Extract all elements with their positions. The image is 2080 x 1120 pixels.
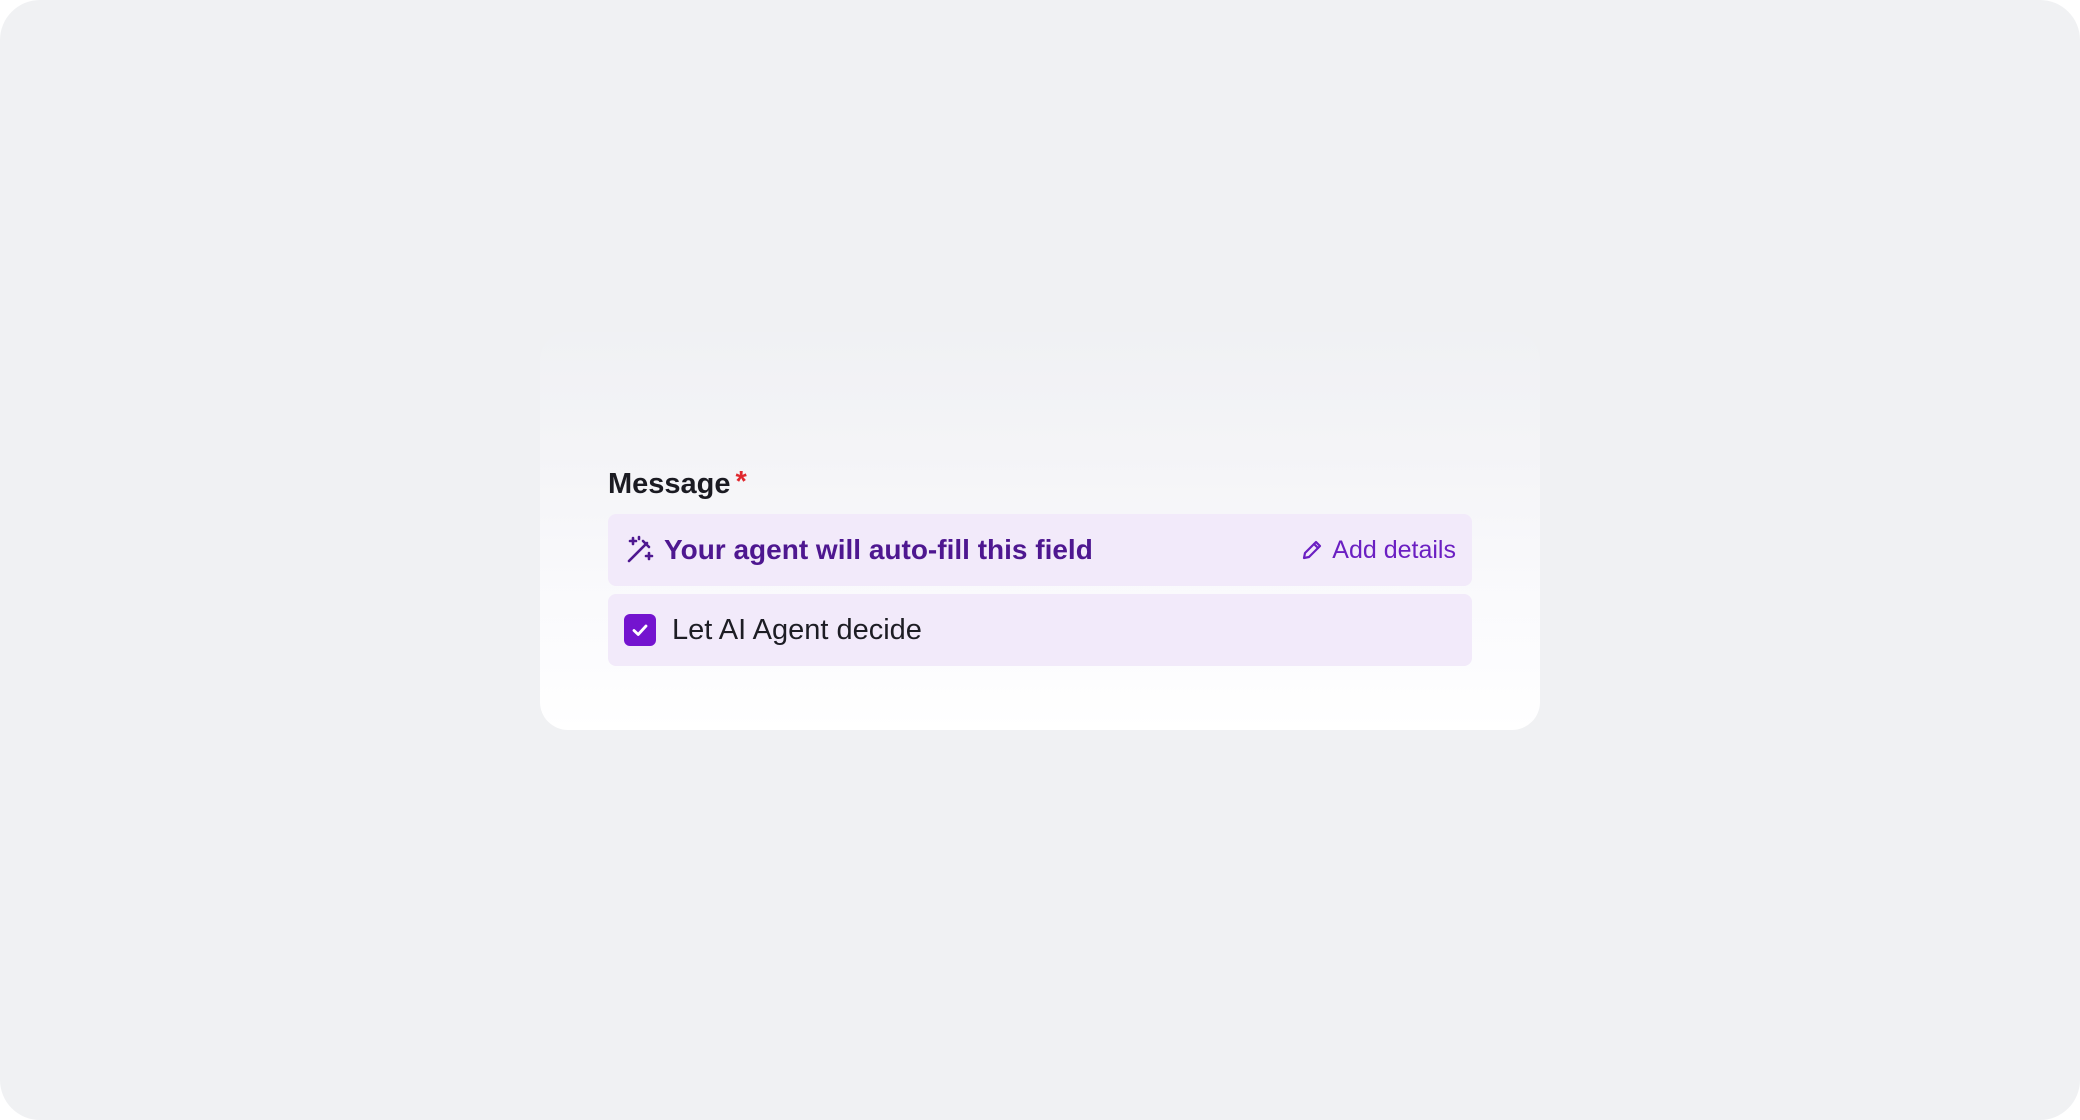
pencil-icon [1300, 538, 1324, 562]
message-field: Message * Your agent will auto-fill this… [608, 464, 1472, 666]
field-card: Message * Your agent will auto-fill this… [540, 332, 1540, 730]
add-details-label: Add details [1332, 535, 1456, 564]
field-label: Message [608, 467, 731, 500]
autofill-banner: Your agent will auto-fill this field Add… [608, 514, 1472, 586]
ai-decide-label: Let AI Agent decide [672, 613, 922, 646]
page-background: Message * Your agent will auto-fill this… [0, 0, 2080, 1120]
magic-wand-icon [624, 534, 656, 566]
ai-decide-checkbox[interactable] [624, 614, 656, 646]
required-marker: * [735, 465, 747, 498]
ai-decide-option[interactable]: Let AI Agent decide [608, 594, 1472, 666]
checkmark-icon [632, 624, 648, 636]
add-details-button[interactable]: Add details [1300, 536, 1456, 565]
autofill-message: Your agent will auto-fill this field [664, 534, 1093, 565]
field-label-row: Message * [608, 464, 1472, 504]
